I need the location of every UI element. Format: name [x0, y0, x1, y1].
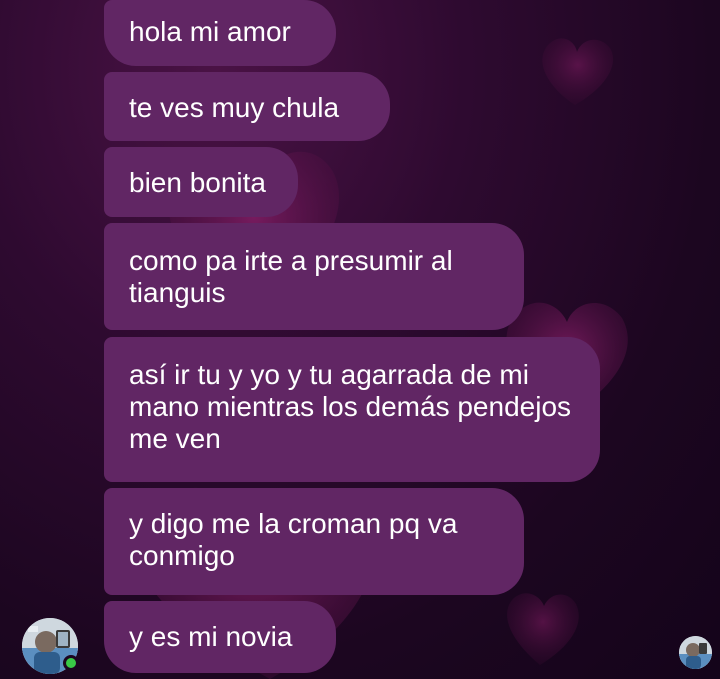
heart-icon [507, 593, 579, 665]
message-bubble[interactable]: bien bonita [104, 147, 298, 217]
heart-icon [542, 38, 614, 105]
avatar-photo-icon [679, 636, 712, 669]
message-text: y digo me la croman pq va conmigo [129, 508, 458, 571]
message-text: como pa irte a presumir al tianguis [129, 245, 453, 308]
message-bubble[interactable]: te ves muy chula [104, 72, 390, 141]
message-bubble[interactable]: y es mi novia [104, 601, 336, 673]
online-status-indicator [63, 655, 79, 671]
message-bubble[interactable]: así ir tu y yo y tu agarrada de mi mano … [104, 337, 600, 482]
message-bubble[interactable]: como pa irte a presumir al tianguis [104, 223, 524, 330]
message-text: así ir tu y yo y tu agarrada de mi mano … [129, 359, 572, 454]
seen-avatar [679, 636, 712, 669]
message-text: hola mi amor [129, 16, 291, 47]
message-text: y es mi novia [129, 621, 293, 652]
message-bubble[interactable]: y digo me la croman pq va conmigo [104, 488, 524, 595]
message-text: bien bonita [129, 167, 267, 198]
message-bubble[interactable]: hola mi amor [104, 0, 336, 66]
message-text: te ves muy chula [129, 92, 340, 123]
